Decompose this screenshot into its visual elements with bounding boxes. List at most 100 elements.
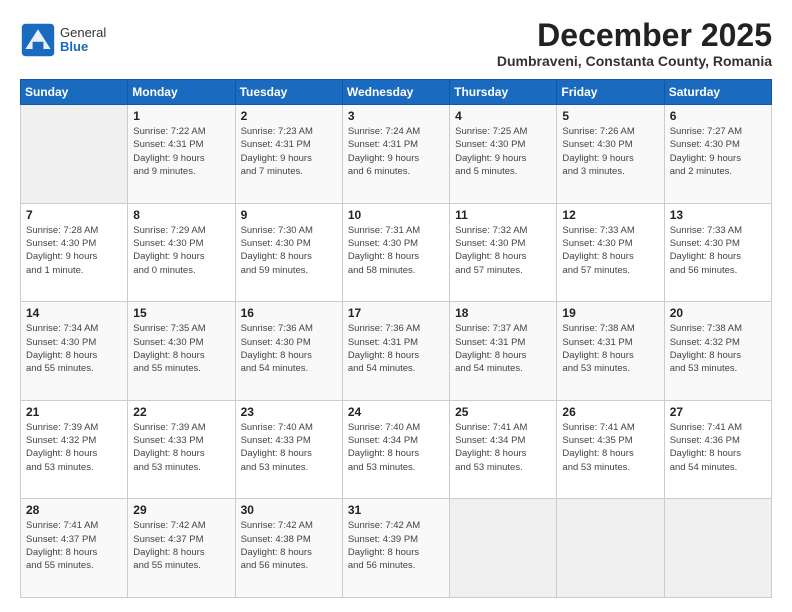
calendar-cell: 6Sunrise: 7:27 AMSunset: 4:30 PMDaylight…: [664, 105, 771, 204]
day-info: Sunrise: 7:41 AMSunset: 4:36 PMDaylight:…: [670, 421, 766, 474]
day-number: 5: [562, 109, 658, 123]
day-info: Sunrise: 7:29 AMSunset: 4:30 PMDaylight:…: [133, 224, 229, 277]
day-number: 18: [455, 306, 551, 320]
day-number: 21: [26, 405, 122, 419]
calendar-cell: 23Sunrise: 7:40 AMSunset: 4:33 PMDayligh…: [235, 400, 342, 499]
day-info: Sunrise: 7:38 AMSunset: 4:32 PMDaylight:…: [670, 322, 766, 375]
day-number: 14: [26, 306, 122, 320]
location: Dumbraveni, Constanta County, Romania: [497, 53, 772, 69]
day-number: 3: [348, 109, 444, 123]
day-number: 4: [455, 109, 551, 123]
calendar-cell: 13Sunrise: 7:33 AMSunset: 4:30 PMDayligh…: [664, 203, 771, 302]
logo-icon: [20, 22, 56, 58]
day-number: 20: [670, 306, 766, 320]
calendar-week-3: 14 Sunrise: 7:34 AMSunset: 4:30 PMDayligh…: [21, 302, 772, 401]
day-number: 24: [348, 405, 444, 419]
day-number: 23: [241, 405, 337, 419]
calendar-cell: 21Sunrise: 7:39 AMSunset: 4:32 PMDayligh…: [21, 400, 128, 499]
calendar-cell: [21, 105, 128, 204]
weekday-header-thursday: Thursday: [450, 80, 557, 105]
calendar-cell: 24Sunrise: 7:40 AMSunset: 4:34 PMDayligh…: [342, 400, 449, 499]
day-number: 19: [562, 306, 658, 320]
day-info: Sunrise: 7:34 AMSunset: 4:30 PMDaylight:…: [26, 322, 122, 375]
day-number: 12: [562, 208, 658, 222]
calendar-cell: 3 Sunrise: 7:24 AMSunset: 4:31 PMDaylight…: [342, 105, 449, 204]
calendar-cell: 30Sunrise: 7:42 AMSunset: 4:38 PMDayligh…: [235, 499, 342, 598]
day-info: Sunrise: 7:23 AMSunset: 4:31 PMDaylight:…: [241, 125, 337, 178]
calendar-cell: 10 Sunrise: 7:31 AMSunset: 4:30 PMDayligh…: [342, 203, 449, 302]
day-number: 1: [133, 109, 229, 123]
calendar-cell: 2 Sunrise: 7:23 AMSunset: 4:31 PMDaylight…: [235, 105, 342, 204]
day-number: 26: [562, 405, 658, 419]
day-number: 25: [455, 405, 551, 419]
calendar-cell: 28Sunrise: 7:41 AMSunset: 4:37 PMDayligh…: [21, 499, 128, 598]
calendar-cell: 5 Sunrise: 7:26 AMSunset: 4:30 PMDaylight…: [557, 105, 664, 204]
logo: General Blue: [20, 22, 106, 58]
calendar-cell: 12 Sunrise: 7:33 AMSunset: 4:30 PMDayligh…: [557, 203, 664, 302]
day-info: Sunrise: 7:24 AMSunset: 4:31 PMDaylight:…: [348, 125, 444, 178]
calendar-cell: 7Sunrise: 7:28 AMSunset: 4:30 PMDaylight…: [21, 203, 128, 302]
calendar-cell: 27 Sunrise: 7:41 AMSunset: 4:36 PMDayligh…: [664, 400, 771, 499]
weekday-header-friday: Friday: [557, 80, 664, 105]
day-number: 17: [348, 306, 444, 320]
calendar-cell: [450, 499, 557, 598]
day-info: Sunrise: 7:36 AMSunset: 4:30 PMDaylight:…: [241, 322, 337, 375]
day-number: 16: [241, 306, 337, 320]
day-number: 2: [241, 109, 337, 123]
day-info: Sunrise: 7:33 AMSunset: 4:30 PMDaylight:…: [562, 224, 658, 277]
weekday-header-sunday: Sunday: [21, 80, 128, 105]
day-info: Sunrise: 7:32 AMSunset: 4:30 PMDaylight:…: [455, 224, 551, 277]
day-info: Sunrise: 7:38 AMSunset: 4:31 PMDaylight:…: [562, 322, 658, 375]
calendar-cell: 18 Sunrise: 7:37 AMSunset: 4:31 PMDayligh…: [450, 302, 557, 401]
calendar-table: SundayMondayTuesdayWednesdayThursdayFrid…: [20, 79, 772, 598]
calendar-cell: [557, 499, 664, 598]
header: General Blue December 2025 Dumbraveni, C…: [20, 18, 772, 69]
calendar-cell: 29 Sunrise: 7:42 AMSunset: 4:37 PMDayligh…: [128, 499, 235, 598]
day-info: Sunrise: 7:37 AMSunset: 4:31 PMDaylight:…: [455, 322, 551, 375]
logo-text: General Blue: [60, 26, 106, 55]
calendar-cell: 31 Sunrise: 7:42 AMSunset: 4:39 PMDayligh…: [342, 499, 449, 598]
day-info: Sunrise: 7:36 AMSunset: 4:31 PMDaylight:…: [348, 322, 444, 375]
day-info: Sunrise: 7:25 AMSunset: 4:30 PMDaylight:…: [455, 125, 551, 178]
day-info: Sunrise: 7:31 AMSunset: 4:30 PMDaylight:…: [348, 224, 444, 277]
calendar-cell: [664, 499, 771, 598]
calendar-cell: 16 Sunrise: 7:36 AMSunset: 4:30 PMDayligh…: [235, 302, 342, 401]
title-block: December 2025 Dumbraveni, Constanta Coun…: [497, 18, 772, 69]
calendar-week-2: 7Sunrise: 7:28 AMSunset: 4:30 PMDaylight…: [21, 203, 772, 302]
calendar-cell: 9Sunrise: 7:30 AMSunset: 4:30 PMDaylight…: [235, 203, 342, 302]
calendar-week-5: 28Sunrise: 7:41 AMSunset: 4:37 PMDayligh…: [21, 499, 772, 598]
day-info: Sunrise: 7:26 AMSunset: 4:30 PMDaylight:…: [562, 125, 658, 178]
calendar-cell: 14 Sunrise: 7:34 AMSunset: 4:30 PMDayligh…: [21, 302, 128, 401]
calendar-cell: 1Sunrise: 7:22 AMSunset: 4:31 PMDaylight…: [128, 105, 235, 204]
day-info: Sunrise: 7:28 AMSunset: 4:30 PMDaylight:…: [26, 224, 122, 277]
day-number: 31: [348, 503, 444, 517]
day-info: Sunrise: 7:42 AMSunset: 4:39 PMDaylight:…: [348, 519, 444, 572]
calendar-cell: 19 Sunrise: 7:38 AMSunset: 4:31 PMDayligh…: [557, 302, 664, 401]
weekday-header-monday: Monday: [128, 80, 235, 105]
calendar-cell: 15Sunrise: 7:35 AMSunset: 4:30 PMDayligh…: [128, 302, 235, 401]
day-number: 28: [26, 503, 122, 517]
day-number: 11: [455, 208, 551, 222]
day-number: 29: [133, 503, 229, 517]
calendar-cell: 8 Sunrise: 7:29 AMSunset: 4:30 PMDaylight…: [128, 203, 235, 302]
day-number: 6: [670, 109, 766, 123]
weekday-header-wednesday: Wednesday: [342, 80, 449, 105]
day-info: Sunrise: 7:42 AMSunset: 4:37 PMDaylight:…: [133, 519, 229, 572]
calendar-cell: 26 Sunrise: 7:41 AMSunset: 4:35 PMDayligh…: [557, 400, 664, 499]
logo-general-label: General: [60, 26, 106, 40]
calendar-week-1: 1Sunrise: 7:22 AMSunset: 4:31 PMDaylight…: [21, 105, 772, 204]
day-number: 8: [133, 208, 229, 222]
calendar-cell: 20 Sunrise: 7:38 AMSunset: 4:32 PMDayligh…: [664, 302, 771, 401]
calendar-cell: 4 Sunrise: 7:25 AMSunset: 4:30 PMDaylight…: [450, 105, 557, 204]
day-info: Sunrise: 7:33 AMSunset: 4:30 PMDaylight:…: [670, 224, 766, 277]
day-number: 30: [241, 503, 337, 517]
day-info: Sunrise: 7:41 AMSunset: 4:35 PMDaylight:…: [562, 421, 658, 474]
day-number: 27: [670, 405, 766, 419]
month-title: December 2025: [497, 18, 772, 53]
logo-blue-label: Blue: [60, 40, 106, 54]
day-number: 9: [241, 208, 337, 222]
weekday-header-tuesday: Tuesday: [235, 80, 342, 105]
day-number: 10: [348, 208, 444, 222]
calendar-week-4: 21Sunrise: 7:39 AMSunset: 4:32 PMDayligh…: [21, 400, 772, 499]
day-number: 15: [133, 306, 229, 320]
